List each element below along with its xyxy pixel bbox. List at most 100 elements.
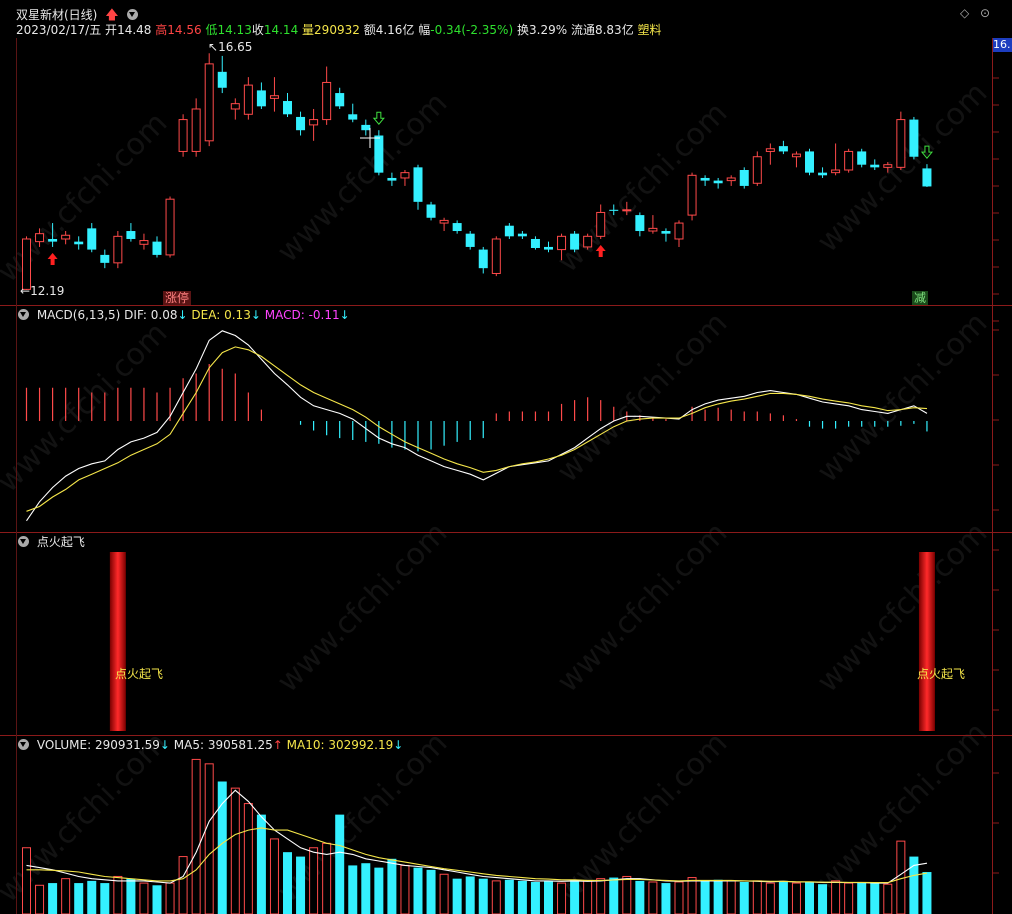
volume-bar xyxy=(557,882,567,914)
volume-bar xyxy=(622,875,632,914)
volume-bar xyxy=(726,880,736,914)
candle-body xyxy=(296,116,306,131)
candle-body xyxy=(22,238,31,290)
candle-body xyxy=(348,114,358,120)
candle-body xyxy=(557,235,567,251)
volume-bar xyxy=(491,880,501,914)
volume-bar xyxy=(713,879,723,914)
dif-label: DIF: xyxy=(124,308,147,322)
chart-canvas[interactable] xyxy=(0,0,1012,914)
volume-bar xyxy=(805,881,814,914)
volume-bar xyxy=(530,881,540,914)
signal-label: 点火起飞 xyxy=(115,667,164,681)
volume-bar xyxy=(596,878,606,914)
volume-bar xyxy=(35,884,45,914)
volume-bar xyxy=(517,880,527,914)
volume-bar xyxy=(635,880,645,914)
candle-body xyxy=(48,238,58,242)
candle-body xyxy=(322,81,332,121)
candle-body xyxy=(870,164,880,168)
candle-body xyxy=(583,235,593,248)
volume-bar xyxy=(361,863,371,914)
candle-body xyxy=(165,198,175,256)
candle-body xyxy=(478,249,488,269)
candle-body xyxy=(609,209,619,211)
candle-body xyxy=(726,177,736,182)
candle-body xyxy=(465,233,475,247)
volume-bar xyxy=(570,879,580,914)
volume-bar xyxy=(243,803,253,914)
candle-body xyxy=(530,238,540,248)
volume-bar xyxy=(478,878,488,914)
candle-body xyxy=(883,164,893,168)
candle-body xyxy=(439,219,449,224)
down-arrow-icon: ↓ xyxy=(177,308,188,322)
volume-bar xyxy=(831,880,841,914)
volume-bar xyxy=(387,858,397,914)
volume-bar xyxy=(674,881,684,914)
candle-body xyxy=(857,151,867,165)
volume-bar xyxy=(374,867,384,914)
ma10-label: MA10: xyxy=(286,738,325,752)
candle-body xyxy=(831,169,841,174)
candle-body xyxy=(283,101,292,115)
candle-body xyxy=(896,119,906,168)
candle-body xyxy=(400,172,410,179)
down-arrow-icon: ↓ xyxy=(393,738,404,752)
dif-value: 0.08 xyxy=(150,308,178,322)
candle-body xyxy=(765,148,775,152)
candle-body xyxy=(713,180,723,184)
signal-title: 点火起飞 xyxy=(36,535,85,549)
stock-chart-window: www.cfchi.com www.cfchi.com www.cfchi.co… xyxy=(0,0,1012,914)
candle-body xyxy=(204,63,214,142)
zhangting-tag: 涨停 xyxy=(163,291,192,305)
volume-bar xyxy=(87,880,97,914)
volume-bar xyxy=(752,880,762,914)
volume-bar xyxy=(22,847,31,914)
candle-body xyxy=(544,246,553,250)
low-marker: ←12.19 xyxy=(20,284,65,298)
candle-body xyxy=(413,167,423,202)
volume-bar xyxy=(439,873,449,914)
candle-body xyxy=(752,156,762,184)
volume-bar xyxy=(217,781,227,914)
volume-ma5-line xyxy=(26,789,928,884)
candle-body xyxy=(335,93,345,107)
low-marker-value: 12.19 xyxy=(30,284,65,298)
volume-bar xyxy=(413,867,423,914)
volume-bar xyxy=(857,881,867,914)
sell-arrow-icon xyxy=(372,111,385,125)
volume-bar xyxy=(700,880,710,914)
volume-menu-icon[interactable] xyxy=(18,739,29,750)
candle-body xyxy=(504,225,514,237)
candle-body xyxy=(374,135,384,173)
volume-bar xyxy=(191,758,201,914)
volume-bar xyxy=(230,787,240,914)
candle-body xyxy=(426,204,436,218)
volume-bar xyxy=(648,881,658,914)
candle-body xyxy=(113,235,123,264)
ma10-value: 302992.19 xyxy=(328,738,394,752)
volume-value: 290931.59 xyxy=(94,738,160,752)
candle-body xyxy=(230,103,240,110)
candle-body xyxy=(909,119,919,157)
candle-body xyxy=(596,211,606,237)
volume-bar xyxy=(818,884,828,914)
candle-body xyxy=(139,240,149,245)
candle-body xyxy=(570,233,580,250)
macd-menu-icon[interactable] xyxy=(18,309,29,320)
signal-bar xyxy=(109,552,126,731)
volume-bar xyxy=(844,882,854,914)
volume-bar xyxy=(126,878,136,914)
candle-body xyxy=(126,231,136,239)
signal-header: 点火起飞 xyxy=(0,533,85,551)
volume-bar xyxy=(883,883,893,914)
volume-bar xyxy=(504,879,514,914)
candle-body xyxy=(700,177,710,181)
candle-body xyxy=(100,254,110,263)
signal-menu-icon[interactable] xyxy=(18,536,29,547)
volume-bar xyxy=(48,883,58,914)
candle-body xyxy=(309,119,319,126)
volume-bar xyxy=(426,869,436,914)
volume-bar xyxy=(269,838,279,914)
